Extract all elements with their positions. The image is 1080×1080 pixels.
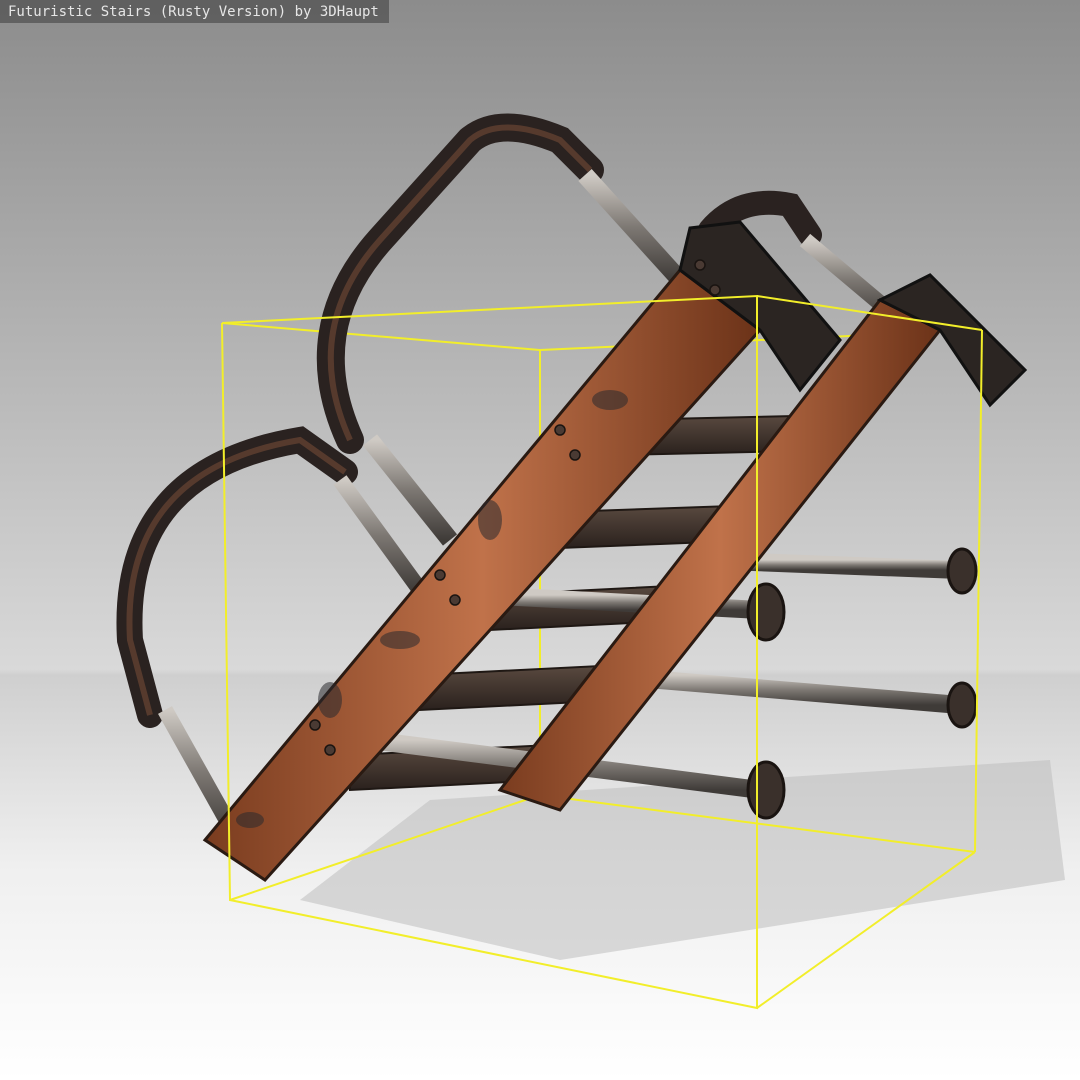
viewer-title-bar: Futuristic Stairs (Rusty Version) by 3DH… xyxy=(0,0,389,23)
viewer-title: Futuristic Stairs (Rusty Version) by 3DH… xyxy=(8,3,379,20)
3d-viewport[interactable] xyxy=(0,0,1080,1080)
